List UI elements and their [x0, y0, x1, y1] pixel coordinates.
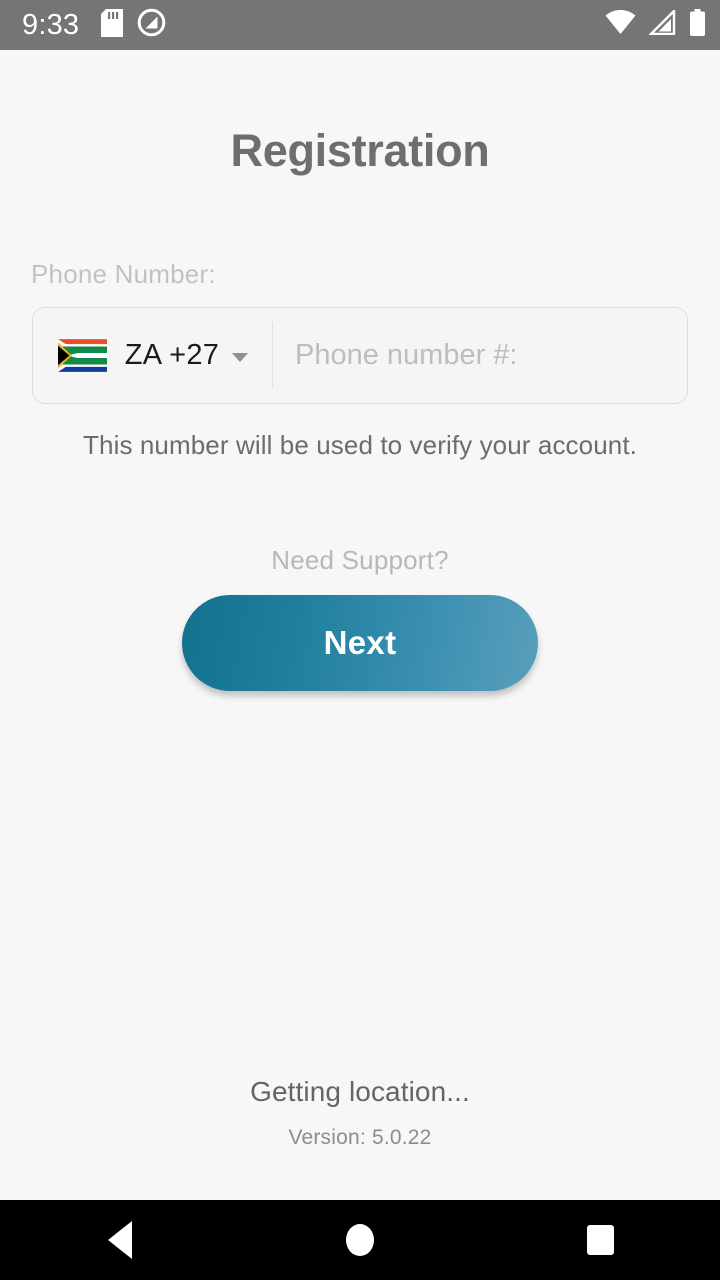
need-support-link[interactable]: Need Support? [0, 545, 720, 576]
cellular-signal-icon [648, 8, 676, 40]
home-icon [346, 1224, 374, 1256]
back-icon [108, 1221, 132, 1259]
nav-back-button[interactable] [0, 1200, 240, 1280]
country-code-selector[interactable]: ZA +27 [33, 308, 273, 403]
south-africa-flag-icon [57, 339, 107, 372]
location-status-text: Getting location... [250, 1076, 470, 1107]
page-title: Registration [230, 125, 490, 176]
sd-card-icon [101, 8, 124, 42]
phone-number-input[interactable] [273, 308, 687, 403]
nav-recents-button[interactable] [480, 1200, 720, 1280]
status-bar-right-icons [605, 8, 706, 41]
recents-icon [586, 1225, 614, 1255]
wifi-icon [605, 9, 636, 40]
phone-number-field-group: ZA +27 [32, 307, 688, 404]
android-navigation-bar [0, 1200, 720, 1280]
version-text: Version: 5.0.22 [288, 1126, 432, 1149]
chevron-down-icon [232, 353, 249, 362]
battery-icon [689, 9, 706, 41]
next-button[interactable]: Next [182, 595, 538, 691]
phone-number-label: Phone Number: [31, 259, 216, 289]
registration-screen: Registration Phone Number: ZA +27 Phone … [0, 50, 720, 1200]
nav-home-button[interactable] [240, 1200, 480, 1280]
no-sim-icon [137, 8, 166, 42]
status-bar: 9:33 [0, 0, 720, 50]
status-bar-left-icons [101, 8, 166, 42]
country-code-text: ZA +27 [124, 339, 220, 371]
status-bar-clock: 9:33 [22, 8, 80, 41]
verify-account-note: This number will be used to verify your … [83, 430, 637, 460]
